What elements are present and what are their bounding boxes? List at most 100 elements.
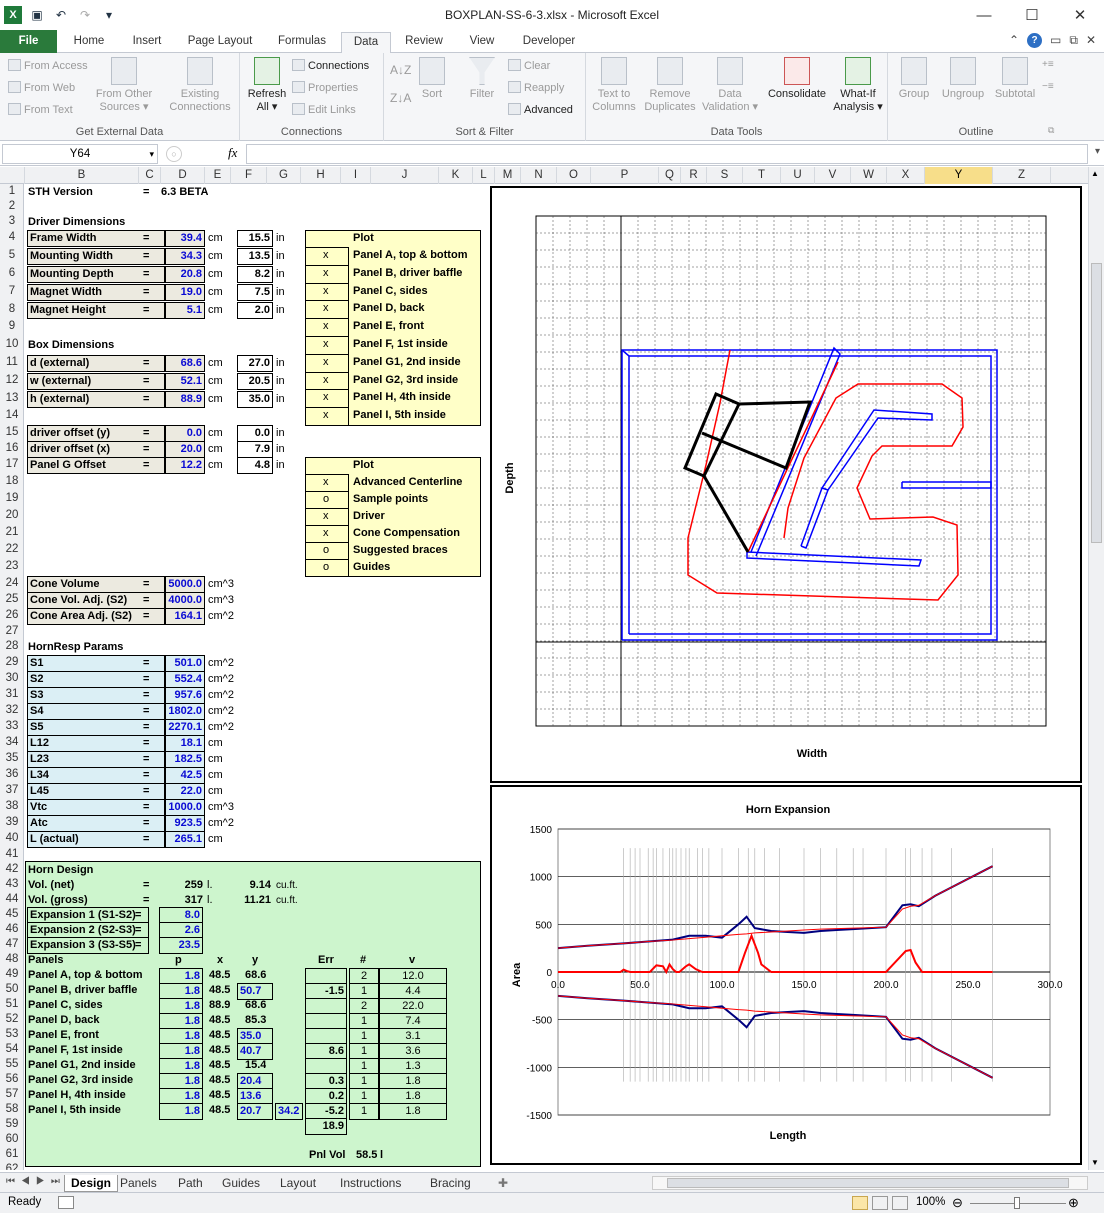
plot2-mark-0[interactable]: x bbox=[323, 475, 329, 491]
insert-sheet-icon[interactable]: ✚ bbox=[498, 1175, 508, 1192]
row-header-8[interactable]: 8 bbox=[0, 303, 23, 315]
row-header-24[interactable]: 24 bbox=[0, 577, 23, 589]
column-header-h[interactable]: H bbox=[301, 167, 341, 184]
hr-l-actual--value[interactable]: 265.1 bbox=[165, 831, 205, 848]
column-header-j[interactable]: J bbox=[371, 167, 439, 184]
row-header-36[interactable]: 36 bbox=[0, 768, 23, 780]
zoom-level[interactable]: 100% bbox=[916, 1196, 945, 1208]
tab-view[interactable]: View bbox=[460, 32, 504, 53]
horn-expansion-chart[interactable]: 1500 1000 500 0 -500 -1000 -1500 0.0 50.0 100.0 15… bbox=[490, 785, 1082, 1165]
row-header-5[interactable]: 5 bbox=[0, 249, 23, 261]
hr-l23-value[interactable]: 182.5 bbox=[165, 751, 205, 768]
row-header-25[interactable]: 25 bbox=[0, 593, 23, 605]
row-header-3[interactable]: 3 bbox=[0, 215, 23, 227]
sheet-tab-bracing[interactable]: Bracing bbox=[430, 1175, 471, 1192]
vertical-scroll-thumb[interactable] bbox=[1091, 263, 1102, 543]
column-header-k[interactable]: K bbox=[439, 167, 473, 184]
text-to-columns-button[interactable]: Text to Columns bbox=[588, 57, 640, 114]
row-header-33[interactable]: 33 bbox=[0, 720, 23, 732]
row-header-31[interactable]: 31 bbox=[0, 688, 23, 700]
sheet-tab-path[interactable]: Path bbox=[178, 1175, 203, 1192]
driver-magnet-height-value[interactable]: 5.1 bbox=[165, 302, 205, 319]
offset-2-value[interactable]: 12.2 bbox=[165, 457, 205, 474]
plot1-mark-0[interactable]: x bbox=[323, 248, 329, 264]
group-button[interactable]: Group bbox=[894, 57, 934, 101]
sheet-tab-guides[interactable]: Guides bbox=[222, 1175, 260, 1192]
hr-l45-value[interactable]: 22.0 bbox=[165, 783, 205, 800]
outline-dialog-launcher-icon[interactable]: ⧉ bbox=[1048, 125, 1054, 136]
workbook-restore-icon[interactable]: ⧉ bbox=[1069, 33, 1078, 48]
reapply-button[interactable]: Reapply bbox=[508, 81, 564, 94]
plot2-mark-4[interactable]: o bbox=[323, 543, 329, 559]
show-detail-icon[interactable]: +≡ bbox=[1042, 59, 1054, 70]
horizontal-scroll-thumb[interactable] bbox=[667, 1178, 1069, 1188]
row-header-48[interactable]: 48 bbox=[0, 953, 23, 965]
row-header-20[interactable]: 20 bbox=[0, 509, 23, 521]
minimize-ribbon-icon[interactable]: ⌃ bbox=[1009, 33, 1019, 48]
offset-1-value[interactable]: 20.0 bbox=[165, 441, 205, 458]
row-header-38[interactable]: 38 bbox=[0, 800, 23, 812]
box-h-value[interactable]: 88.9 bbox=[165, 391, 205, 408]
row-header-13[interactable]: 13 bbox=[0, 392, 23, 404]
insert-function-button[interactable]: fx bbox=[228, 145, 237, 161]
row-header-45[interactable]: 45 bbox=[0, 908, 23, 920]
tab-insert[interactable]: Insert bbox=[122, 32, 172, 53]
plot1-mark-6[interactable]: x bbox=[323, 355, 329, 371]
plot1-mark-4[interactable]: x bbox=[323, 319, 329, 335]
from-other-sources-button[interactable]: From Other Sources ▾ bbox=[92, 57, 156, 114]
zoom-slider-thumb[interactable] bbox=[1014, 1197, 1020, 1209]
consolidate-button[interactable]: Consolidate bbox=[762, 57, 832, 101]
tab-data[interactable]: Data bbox=[341, 32, 391, 54]
plot2-mark-3[interactable]: x bbox=[323, 526, 329, 542]
driver-magnet-width-value[interactable]: 19.0 bbox=[165, 284, 205, 301]
sort-az-icon[interactable]: A↓Z bbox=[390, 63, 411, 77]
hr-l34-value[interactable]: 42.5 bbox=[165, 767, 205, 784]
row-header-58[interactable]: 58 bbox=[0, 1103, 23, 1115]
subtotal-button[interactable]: Subtotal bbox=[990, 57, 1040, 101]
panel-y-value[interactable]: 20.7 bbox=[237, 1103, 273, 1120]
row-header-19[interactable]: 19 bbox=[0, 492, 23, 504]
hr-atc-value[interactable]: 923.5 bbox=[165, 815, 205, 832]
row-header-29[interactable]: 29 bbox=[0, 656, 23, 668]
row-header-7[interactable]: 7 bbox=[0, 285, 23, 297]
row-header-18[interactable]: 18 bbox=[0, 475, 23, 487]
cone-0-value[interactable]: 5000.0 bbox=[165, 576, 205, 593]
tab-developer[interactable]: Developer bbox=[514, 32, 584, 53]
column-header-d[interactable]: D bbox=[161, 167, 205, 184]
macro-record-icon[interactable] bbox=[58, 1196, 74, 1209]
tab-page-layout[interactable]: Page Layout bbox=[180, 32, 260, 53]
column-header-g[interactable]: G bbox=[267, 167, 301, 184]
row-header-47[interactable]: 47 bbox=[0, 938, 23, 950]
row-header-56[interactable]: 56 bbox=[0, 1073, 23, 1085]
connections-button[interactable]: Connections bbox=[292, 59, 369, 72]
plot1-mark-3[interactable]: x bbox=[323, 301, 329, 317]
plot1-mark-7[interactable]: x bbox=[323, 373, 329, 389]
row-header-30[interactable]: 30 bbox=[0, 672, 23, 684]
row-header-34[interactable]: 34 bbox=[0, 736, 23, 748]
row-header-53[interactable]: 53 bbox=[0, 1028, 23, 1040]
plot2-mark-2[interactable]: x bbox=[323, 509, 329, 525]
offset-0-value[interactable]: 0.0 bbox=[165, 425, 205, 442]
sheet-grid[interactable]: STH Version = 6.3 BETA Driver Dimensions… bbox=[25, 184, 488, 1170]
vertical-scrollbar[interactable]: ▲ ▼ bbox=[1088, 167, 1104, 1170]
hr-l12-value[interactable]: 18.1 bbox=[165, 735, 205, 752]
existing-connections-button[interactable]: Existing Connections bbox=[164, 57, 236, 114]
row-header-50[interactable]: 50 bbox=[0, 983, 23, 995]
name-box[interactable]: Y64 ▾ bbox=[2, 144, 158, 164]
column-header-e[interactable]: E bbox=[205, 167, 231, 184]
row-header-59[interactable]: 59 bbox=[0, 1118, 23, 1130]
column-header-z[interactable]: Z bbox=[993, 167, 1051, 184]
tab-formulas[interactable]: Formulas bbox=[270, 32, 334, 53]
err-total[interactable]: 18.9 bbox=[305, 1118, 347, 1135]
normal-view-icon[interactable] bbox=[852, 1196, 868, 1210]
driver-mounting-depth-value[interactable]: 20.8 bbox=[165, 266, 205, 283]
column-header-n[interactable]: N bbox=[521, 167, 557, 184]
from-text-button[interactable]: From Text bbox=[8, 103, 73, 116]
plot1-mark-1[interactable]: x bbox=[323, 266, 329, 282]
row-header-9[interactable]: 9 bbox=[0, 320, 23, 332]
sheet-tab-design[interactable]: Design bbox=[64, 1175, 119, 1192]
cone-2-value[interactable]: 164.1 bbox=[165, 608, 205, 625]
close-button[interactable]: ✕ bbox=[1056, 0, 1104, 30]
column-header-y[interactable]: Y bbox=[925, 167, 993, 184]
select-all-corner[interactable] bbox=[0, 167, 25, 184]
